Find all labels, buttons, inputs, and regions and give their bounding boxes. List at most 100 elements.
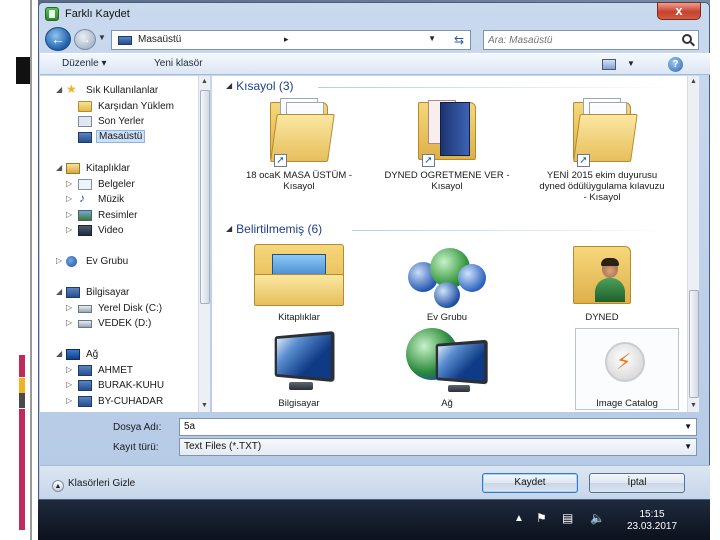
close-button[interactable]: x: [657, 2, 701, 20]
file-item-libraries[interactable]: Kitaplıklar: [234, 242, 364, 323]
folder-icon: [416, 98, 478, 162]
group-header-shortcuts[interactable]: ◢ Kısayol (3): [226, 79, 294, 93]
breadcrumb-chevron-icon[interactable]: ▸: [284, 34, 289, 45]
collapse-arrow-icon[interactable]: ▷: [66, 179, 72, 188]
nav-pictures-label: Resimler: [98, 210, 138, 221]
file-item-shortcut[interactable]: ➚ YENİ 2015 ekim duyurusu dyned ödülüygu…: [537, 96, 667, 216]
filetype-select[interactable]: Text Files (*.TXT) ▼: [179, 438, 697, 456]
folder-icon: [268, 98, 335, 162]
taskbar-clock[interactable]: 15:15 23.03.2017: [623, 509, 681, 533]
slide-accent-pink-bar: [19, 409, 25, 530]
collapse-arrow-icon[interactable]: ▷: [66, 210, 72, 219]
collapse-arrow-icon[interactable]: ▷: [66, 194, 72, 203]
breadcrumb[interactable]: Masaüstü: [138, 34, 181, 45]
file-item-shortcut[interactable]: ➚ DYNED OGRETMENE VER - Kısayol: [382, 96, 512, 196]
refresh-icon[interactable]: ⇆: [454, 33, 464, 47]
command-bar: Düzenle ▾ Yeni klasör ▼ ?: [40, 53, 710, 75]
homegroup-globe-blue: [458, 264, 486, 292]
nav-downloads-label: Karşıdan Yüklem: [98, 101, 174, 112]
collapse-group-icon[interactable]: ◢: [226, 224, 232, 233]
address-bar[interactable]: Masaüstü ▸ ▼ ⇆: [111, 30, 471, 50]
chevron-up-icon[interactable]: ▲: [52, 480, 64, 492]
recent-places-icon: [78, 116, 92, 127]
nav-homegroup-label: Ev Grubu: [86, 256, 129, 267]
new-folder-button[interactable]: Yeni klasör: [154, 58, 203, 69]
file-item-label: 18 ocaK MASA ÜSTÜM - Kısayol: [245, 170, 353, 192]
view-dropdown-icon[interactable]: ▼: [627, 59, 635, 68]
expand-arrow-icon[interactable]: ◢: [56, 349, 62, 358]
scroll-up-icon[interactable]: ▲: [690, 78, 697, 85]
filetype-dropdown-icon[interactable]: ▼: [684, 442, 692, 451]
forward-button[interactable]: →: [74, 29, 96, 50]
nav-documents-label: Belgeler: [98, 179, 135, 190]
address-dropdown-icon[interactable]: ▼: [428, 34, 436, 43]
nav-disk-c-label: Yerel Disk (C:): [98, 303, 163, 314]
collapse-arrow-icon[interactable]: ▷: [66, 303, 72, 312]
file-item-network[interactable]: Ağ: [382, 328, 512, 410]
filename-field[interactable]: 5a ▼: [179, 418, 697, 436]
title-bar: Farklı Kaydet x: [39, 2, 709, 25]
scroll-thumb[interactable]: [689, 290, 699, 398]
scroll-up-icon[interactable]: ▲: [201, 78, 208, 85]
file-item-computer[interactable]: Bilgisayar: [234, 328, 364, 410]
collapse-arrow-icon[interactable]: ▷: [66, 380, 72, 389]
search-input[interactable]: [488, 33, 668, 47]
search-box[interactable]: [483, 30, 699, 50]
address-row: ← → ▼ Masaüstü ▸ ▼ ⇆: [39, 27, 709, 51]
collapse-arrow-icon[interactable]: ▷: [66, 318, 72, 327]
homegroup-icon: [66, 256, 77, 267]
screen: Farklı Kaydet x ← → ▼ Masaüstü ▸ ▼ ⇆ Düz…: [38, 0, 710, 540]
file-item-label: YENİ 2015 ekim duyurusu dyned ödülüygula…: [539, 170, 665, 203]
file-item-label: Ev Grubu: [426, 312, 468, 323]
libraries-icon: [254, 244, 344, 306]
scroll-down-icon[interactable]: ▼: [201, 402, 208, 409]
file-item-label: Image Catalog: [596, 398, 658, 409]
collapse-group-icon[interactable]: ◢: [226, 81, 232, 90]
show-hidden-icons-icon[interactable]: ▲: [514, 513, 524, 524]
recent-pages-dropdown-icon[interactable]: ▼: [98, 33, 106, 42]
star-icon: ★: [66, 82, 77, 96]
file-item-homegroup[interactable]: Ev Grubu: [382, 242, 512, 323]
collapse-arrow-icon[interactable]: ▷: [66, 365, 72, 374]
action-center-flag-icon[interactable]: ⚑: [536, 511, 547, 525]
slide-accent-gray: [19, 393, 25, 408]
network-tray-icon[interactable]: ▤: [562, 511, 573, 525]
network-icon: [66, 349, 80, 360]
filename-value[interactable]: 5a: [184, 421, 195, 432]
documents-icon: [78, 179, 92, 190]
help-icon[interactable]: ?: [668, 57, 683, 72]
file-item-shortcut[interactable]: ➚ 18 ocaK MASA ÜSTÜM - Kısayol: [234, 96, 364, 196]
expand-arrow-icon[interactable]: ◢: [56, 163, 62, 172]
nav-scrollbar[interactable]: ▲ ▼: [198, 76, 210, 412]
file-item-user-folder[interactable]: DYNED: [537, 242, 667, 323]
scroll-thumb[interactable]: [200, 90, 210, 304]
collapse-arrow-icon[interactable]: ▷: [56, 256, 62, 265]
filetype-value[interactable]: Text Files (*.TXT): [184, 441, 261, 452]
user-folder-icon: [571, 242, 633, 306]
expand-arrow-icon[interactable]: ◢: [56, 287, 62, 296]
search-icon[interactable]: [682, 34, 692, 44]
cancel-button[interactable]: İptal: [589, 473, 685, 493]
collapse-arrow-icon[interactable]: ▷: [66, 225, 72, 234]
hide-folders-button[interactable]: ▲ Klasörleri Gizle: [52, 478, 135, 492]
save-button[interactable]: Kaydet: [482, 473, 578, 493]
save-as-dialog: Farklı Kaydet x ← → ▼ Masaüstü ▸ ▼ ⇆ Düz…: [38, 2, 710, 500]
file-item-label: DYNED OGRETMENE VER - Kısayol: [384, 170, 510, 192]
scroll-down-icon[interactable]: ▼: [690, 402, 697, 409]
desktop-icon: [118, 36, 132, 45]
volume-icon[interactable]: 🔈: [590, 511, 605, 525]
group-header-unspecified[interactable]: ◢ Belirtilmemiş (6): [226, 222, 322, 236]
file-item-image-catalog[interactable]: ⚡ Image Catalog: [537, 328, 679, 410]
content-scrollbar[interactable]: ▲ ▼: [687, 76, 699, 412]
nav-disk-d-label: VEDEK (D:): [98, 318, 152, 329]
network-computer-icon: [78, 396, 92, 407]
navigation-pane: ◢ ★ Sık Kullanılanlar Karşıdan Yüklem So…: [40, 76, 210, 412]
expand-arrow-icon[interactable]: ◢: [56, 85, 62, 94]
computer-icon: [66, 287, 80, 298]
filename-dropdown-icon[interactable]: ▼: [684, 422, 692, 431]
view-options-icon[interactable]: [602, 59, 616, 70]
back-button[interactable]: ←: [45, 27, 71, 51]
collapse-arrow-icon[interactable]: ▷: [66, 396, 72, 405]
image-catalog-icon: ⚡: [605, 342, 645, 382]
organize-button[interactable]: Düzenle ▾: [62, 58, 107, 69]
